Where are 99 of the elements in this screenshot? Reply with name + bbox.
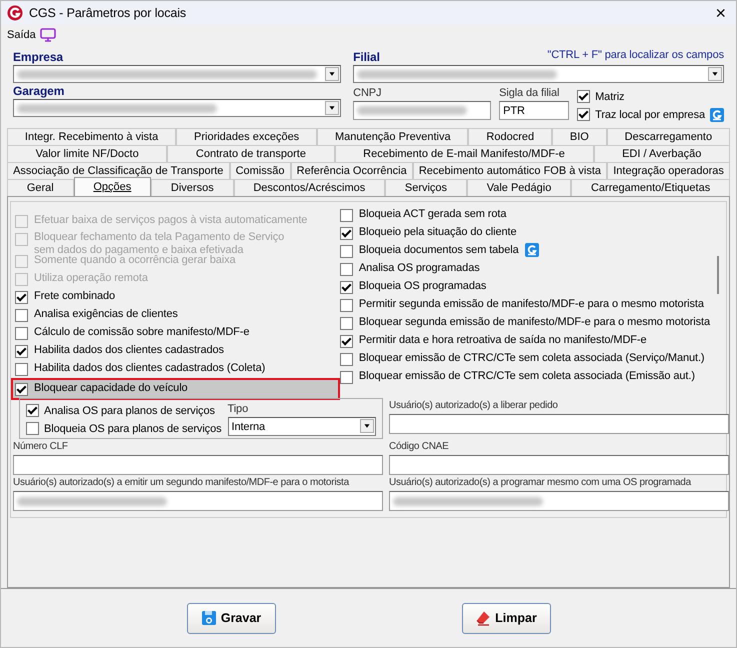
field-label: Empresa (13, 49, 64, 65)
checkbox-label: Analisa OS para planos de serviços (44, 404, 215, 416)
field-label: Número CLF (13, 440, 69, 454)
window-title: CGS - Parâmetros por locais (29, 6, 188, 20)
checkbox-label: Matriz (595, 90, 624, 102)
monitor-icon[interactable] (40, 28, 56, 42)
exit-menu[interactable]: Saída (7, 29, 36, 41)
checkbox-label: Habilita dados dos clientes cadastrados (Coleta) (34, 361, 266, 376)
branch-dropdown[interactable] (353, 65, 724, 83)
g-logo-icon (710, 108, 724, 122)
field-label: Sigla da filial (499, 86, 560, 101)
checkbox[interactable] (340, 227, 353, 240)
tab[interactable]: Serviços (385, 179, 467, 196)
checkbox-label: Bloqueia documentos sem tabela (358, 243, 519, 258)
checkbox-label: Somente quando a ocorrência gerar baixa (34, 254, 236, 268)
checkbox[interactable] (340, 263, 353, 276)
text-field[interactable] (389, 414, 729, 434)
checkbox[interactable] (15, 327, 28, 340)
tab[interactable]: Opções (74, 177, 152, 196)
save-button[interactable]: Gravar (186, 602, 276, 634)
checkbox[interactable] (15, 291, 28, 304)
checkbox-label: Permitir data e hora retroativa de saída no manifesto/MDF-e (358, 333, 646, 348)
text-field[interactable] (13, 491, 383, 511)
checkbox-label: Bloqueia OS programadas (358, 279, 486, 294)
tab[interactable]: EDI / Averbação (594, 145, 730, 162)
text-field[interactable] (13, 455, 383, 475)
checkbox[interactable] (340, 245, 353, 258)
checkbox-label: Bloquear emissão de CTRC/CTe sem coleta associada (Serviço/Manut.) (358, 351, 704, 366)
tab[interactable]: Prioridades exceções (176, 128, 318, 145)
checkbox[interactable] (15, 363, 28, 376)
text-field[interactable] (389, 491, 729, 511)
checkbox-label: Traz local por empresa (595, 108, 705, 120)
tab[interactable]: Carregamento/Etiquetas (571, 179, 730, 196)
tab[interactable]: Descontos/Acréscimos (234, 179, 386, 196)
checkbox[interactable] (26, 404, 39, 417)
checkbox-label: Bloquear fechamento da tela Pagamento de Serviço sem dados do pagamento e baixa efetivada (34, 231, 286, 256)
tab[interactable]: Integr. Recebimento à vista (7, 128, 176, 145)
field-label: Código CNAE (389, 440, 450, 454)
checkbox[interactable] (340, 209, 353, 222)
checkbox-label: Bloquear emissão de CTRC/CTe sem coleta associada (Emissão aut.) (358, 369, 695, 384)
checkbox-label: Bloquear segunda emissão de manifesto/MDF-e para o mesmo motorista (358, 315, 710, 330)
tab[interactable]: Recebimento automático FOB à vista (412, 162, 608, 179)
text-field[interactable] (389, 455, 729, 475)
close-button[interactable]: × (711, 4, 730, 22)
branch-code-field[interactable]: PTR (499, 101, 570, 120)
field-label: Usuário(s) autorizado(s) a liberar pedido (389, 399, 559, 413)
tab[interactable]: Valor limite NF/Docto (7, 145, 168, 162)
checkbox[interactable] (577, 108, 590, 121)
tab[interactable]: Vale Pedágio (466, 179, 572, 196)
checkbox-label: Frete combinado (34, 289, 116, 304)
tab[interactable]: Contrato de transporte (167, 145, 335, 162)
field-label: CNPJ (353, 86, 382, 101)
checkbox-label: Utiliza operação remota (34, 271, 148, 286)
tab[interactable]: Comissão (230, 162, 291, 179)
tab[interactable]: Manutenção Preventiva (317, 128, 468, 145)
checkbox[interactable] (577, 90, 590, 103)
field-label: Garagem (13, 83, 66, 99)
checkbox-label: Bloqueia OS para planos de serviços (44, 422, 222, 434)
checkbox[interactable] (340, 299, 353, 312)
checkbox-label: Analisa exigências de clientes (34, 307, 178, 322)
field-label: Filial (353, 49, 380, 65)
checkbox-label: Bloquear capacidade do veículo (34, 381, 188, 396)
field-label: Tipo (228, 402, 250, 417)
cnpj-field[interactable] (353, 101, 492, 120)
tab[interactable]: Rodocred (468, 128, 552, 145)
g-logo-icon (524, 243, 539, 257)
checkbox-label: Bloqueio pela situação do cliente (358, 225, 516, 240)
checkbox[interactable] (15, 345, 28, 358)
tab[interactable]: Integração operadoras (607, 162, 730, 179)
checkbox-label: Analisa OS programadas (358, 261, 480, 276)
checkbox[interactable] (340, 317, 353, 330)
garage-dropdown[interactable] (13, 99, 342, 117)
hint-text: "CTRL + F" para localizar os campos (547, 49, 724, 63)
checkbox-label: Habilita dados dos clientes cadastrados (34, 343, 224, 358)
field-label: Usuário(s) autorizado(s) a programar mesmo com uma OS programada (389, 476, 692, 490)
checkbox[interactable] (340, 371, 353, 384)
checkbox[interactable] (340, 335, 353, 348)
eraser-icon (475, 610, 492, 626)
checkbox[interactable] (340, 281, 353, 294)
clear-button[interactable]: Limpar (462, 602, 550, 634)
tab[interactable]: BIO (552, 128, 607, 145)
tab[interactable]: Referência Ocorrência (290, 162, 413, 179)
tab[interactable]: Diversos (151, 179, 234, 196)
checkbox[interactable] (26, 422, 39, 435)
app-logo-icon (7, 5, 23, 21)
tab[interactable]: Associação de Classificação de Transporte (7, 162, 230, 179)
tab[interactable]: Descarregamento (606, 128, 730, 145)
checkbox-label: Cálculo de comissão sobre manifesto/MDF-e (34, 325, 250, 340)
checkbox[interactable] (340, 353, 353, 366)
type-dropdown[interactable]: Interna (228, 417, 376, 436)
checkbox[interactable] (15, 383, 28, 396)
tab[interactable]: Recebimento de E-mail Manifesto/MDF-e (334, 145, 594, 162)
field-label: Usuário(s) autorizado(s) a emitir um segundo manifesto/MDF-e para o motorista (13, 476, 350, 490)
company-dropdown[interactable] (13, 65, 342, 83)
checkbox-label: Bloqueia ACT gerada sem rota (358, 207, 506, 222)
checkbox-label: Efetuar baixa de serviços pagos à vista automaticamente (34, 213, 308, 228)
checkbox[interactable] (15, 309, 28, 322)
tab[interactable]: Geral (7, 179, 74, 196)
checkbox-label: Permitir segunda emissão de manifesto/MDF-e para o mesmo motorista (358, 297, 704, 312)
